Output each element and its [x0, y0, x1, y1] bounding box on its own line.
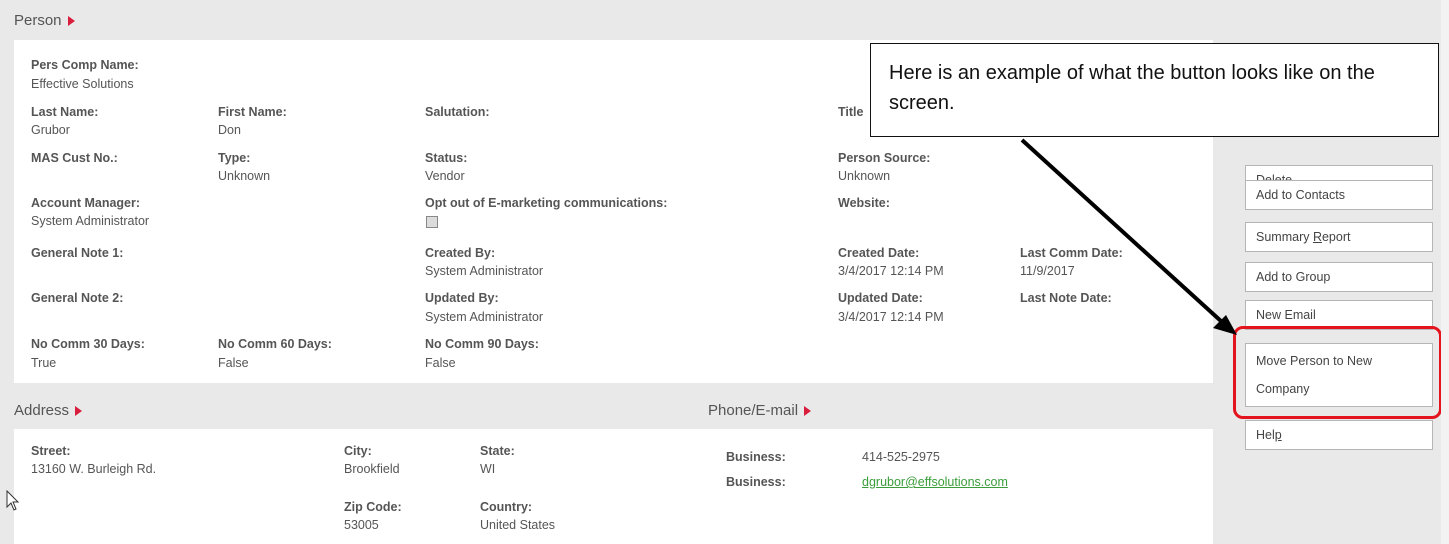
- annotation-arrow: [1020, 138, 1237, 335]
- vertical-scrollbar[interactable]: [1441, 0, 1449, 544]
- arrow-shaft: [1020, 138, 1224, 324]
